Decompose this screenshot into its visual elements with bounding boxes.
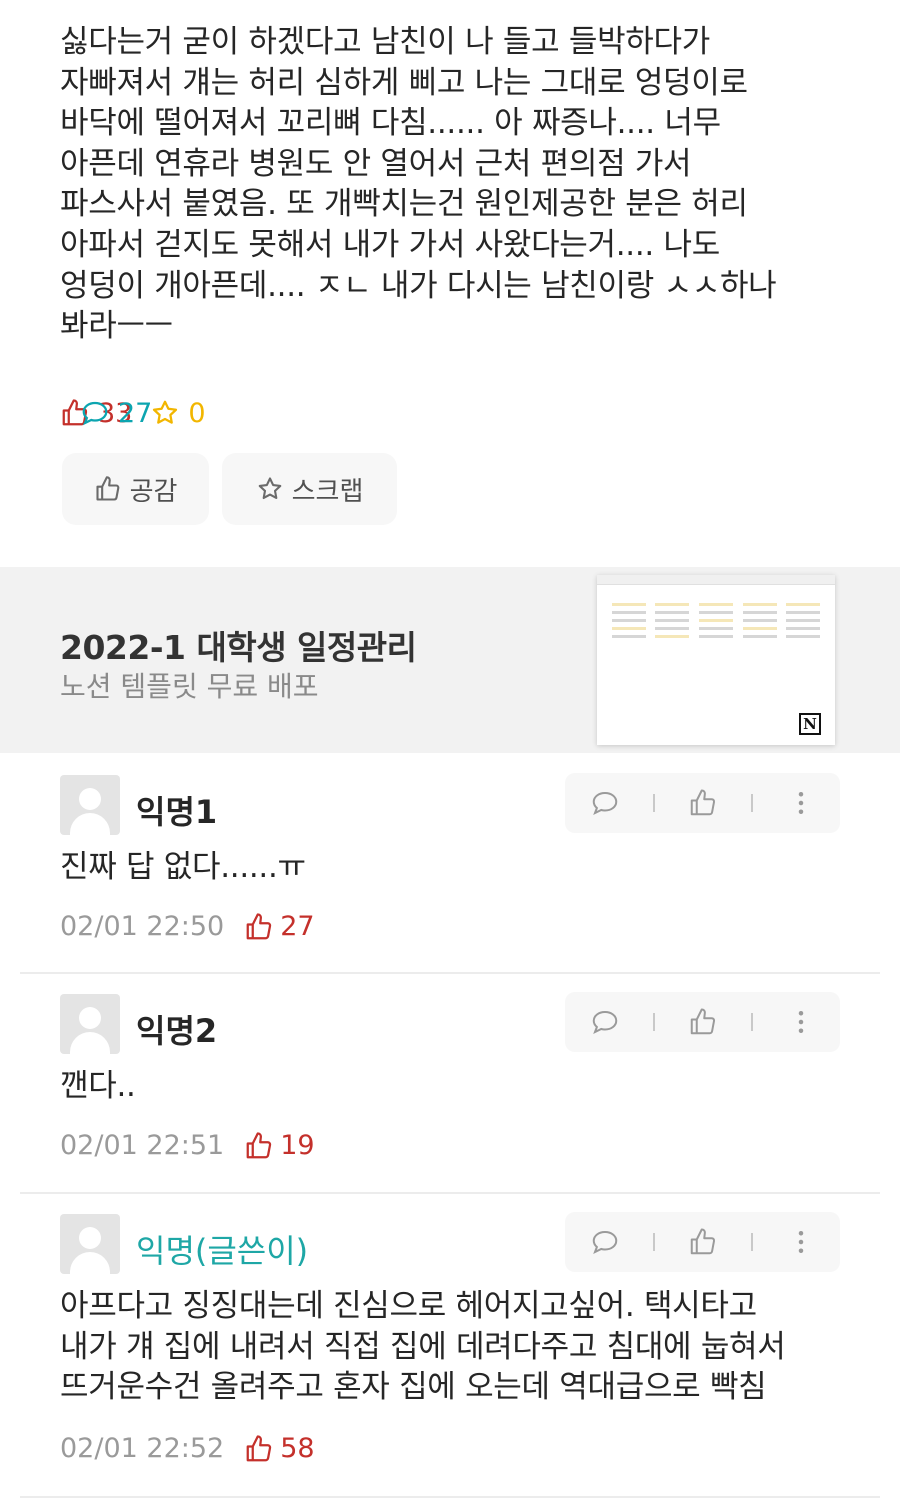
avatar xyxy=(60,775,120,835)
comment-likes: 27 xyxy=(244,911,315,942)
like-button-label: 공감 xyxy=(129,476,178,507)
thumbs-up-icon xyxy=(246,912,272,939)
thumbnail-content xyxy=(597,585,835,643)
tool-separator xyxy=(750,1233,753,1251)
ad-subtitle: 노션 템플릿 무료 배포 xyxy=(60,670,319,703)
star-icon xyxy=(258,477,281,500)
thumbnail-window-bar xyxy=(597,575,835,585)
comment-item: 익명1 진짜 답 없다......ㅠ 02/01 22:50 27 xyxy=(20,757,880,972)
comment-item: 익명(글쓴이) 아프다고 징징대는데 진심으로 헤어지고싶어. 택시타고 내가 … xyxy=(20,1196,880,1496)
scrap-button-label: 스크랩 xyxy=(291,476,364,507)
comment-nickname: 익명2 xyxy=(136,1012,218,1050)
divider xyxy=(20,972,880,974)
comment-tools xyxy=(565,1212,840,1272)
comment-nickname: 익명1 xyxy=(136,793,218,831)
comment-nickname-author: 익명(글쓴이) xyxy=(136,1232,309,1270)
comment-tools xyxy=(565,773,840,833)
comment-meta: 02/01 22:51 19 xyxy=(60,1130,315,1161)
comment-text: 진짜 답 없다......ㅠ xyxy=(60,849,306,885)
more-vertical-icon[interactable] xyxy=(786,788,816,818)
comment-like-count: 19 xyxy=(280,1130,315,1161)
more-vertical-icon[interactable] xyxy=(786,1227,816,1257)
comment-text: 아프다고 징징대는데 진심으로 헤어지고싶어. 택시타고 내가 걔 집에 내려서… xyxy=(60,1288,786,1405)
thumbs-up-icon xyxy=(246,1131,272,1158)
comment-meta: 02/01 22:52 58 xyxy=(60,1433,315,1464)
ad-thumbnail: N xyxy=(597,575,835,745)
comment-like-count: 58 xyxy=(280,1433,315,1464)
comment-meta: 02/01 22:50 27 xyxy=(60,911,315,942)
comment-item: 익명2 깬다.. 02/01 22:51 19 xyxy=(20,976,880,1191)
ad-title: 2022-1 대학생 일정관리 xyxy=(60,628,417,667)
comment-time: 02/01 22:50 xyxy=(60,911,225,942)
avatar xyxy=(60,994,120,1054)
tool-separator xyxy=(652,794,655,812)
comment-count: 27 xyxy=(118,397,153,429)
post-body: 싫다는거 굳이 하겠다고 남친이 나 들고 들박하다가 자빠져서 걔는 허리 심… xyxy=(60,24,777,345)
like-icon[interactable] xyxy=(688,1227,718,1257)
like-icon[interactable] xyxy=(688,1007,718,1037)
like-button[interactable]: 공감 xyxy=(62,453,209,525)
comment-like-count: 27 xyxy=(280,911,315,942)
comment-likes: 19 xyxy=(244,1130,315,1161)
tool-separator xyxy=(652,1233,655,1251)
tool-separator xyxy=(750,794,753,812)
comment-stat: 27 xyxy=(80,398,900,429)
reply-icon[interactable] xyxy=(590,1227,620,1257)
tool-separator xyxy=(652,1013,655,1031)
notion-logo-icon: N xyxy=(799,713,821,735)
scrap-button[interactable]: 스크랩 xyxy=(222,453,397,525)
thumbs-up-icon xyxy=(96,476,119,501)
tool-separator xyxy=(750,1013,753,1031)
ad-banner[interactable]: 2022-1 대학생 일정관리 노션 템플릿 무료 배포 N xyxy=(0,567,900,753)
comment-time: 02/01 22:51 xyxy=(60,1130,225,1161)
divider xyxy=(20,1496,880,1498)
reply-icon[interactable] xyxy=(590,1007,620,1037)
comment-time: 02/01 22:52 xyxy=(60,1433,225,1464)
speech-bubble-icon xyxy=(82,401,108,426)
avatar xyxy=(60,1214,120,1274)
more-vertical-icon[interactable] xyxy=(786,1007,816,1037)
thumbs-up-icon xyxy=(246,1434,272,1461)
comment-likes: 58 xyxy=(244,1433,315,1464)
comment-text: 깬다.. xyxy=(60,1068,136,1104)
like-icon[interactable] xyxy=(688,788,718,818)
reply-icon[interactable] xyxy=(590,788,620,818)
divider xyxy=(20,1192,880,1194)
post-stats: 33 27 0 xyxy=(60,395,224,431)
comment-tools xyxy=(565,992,840,1052)
